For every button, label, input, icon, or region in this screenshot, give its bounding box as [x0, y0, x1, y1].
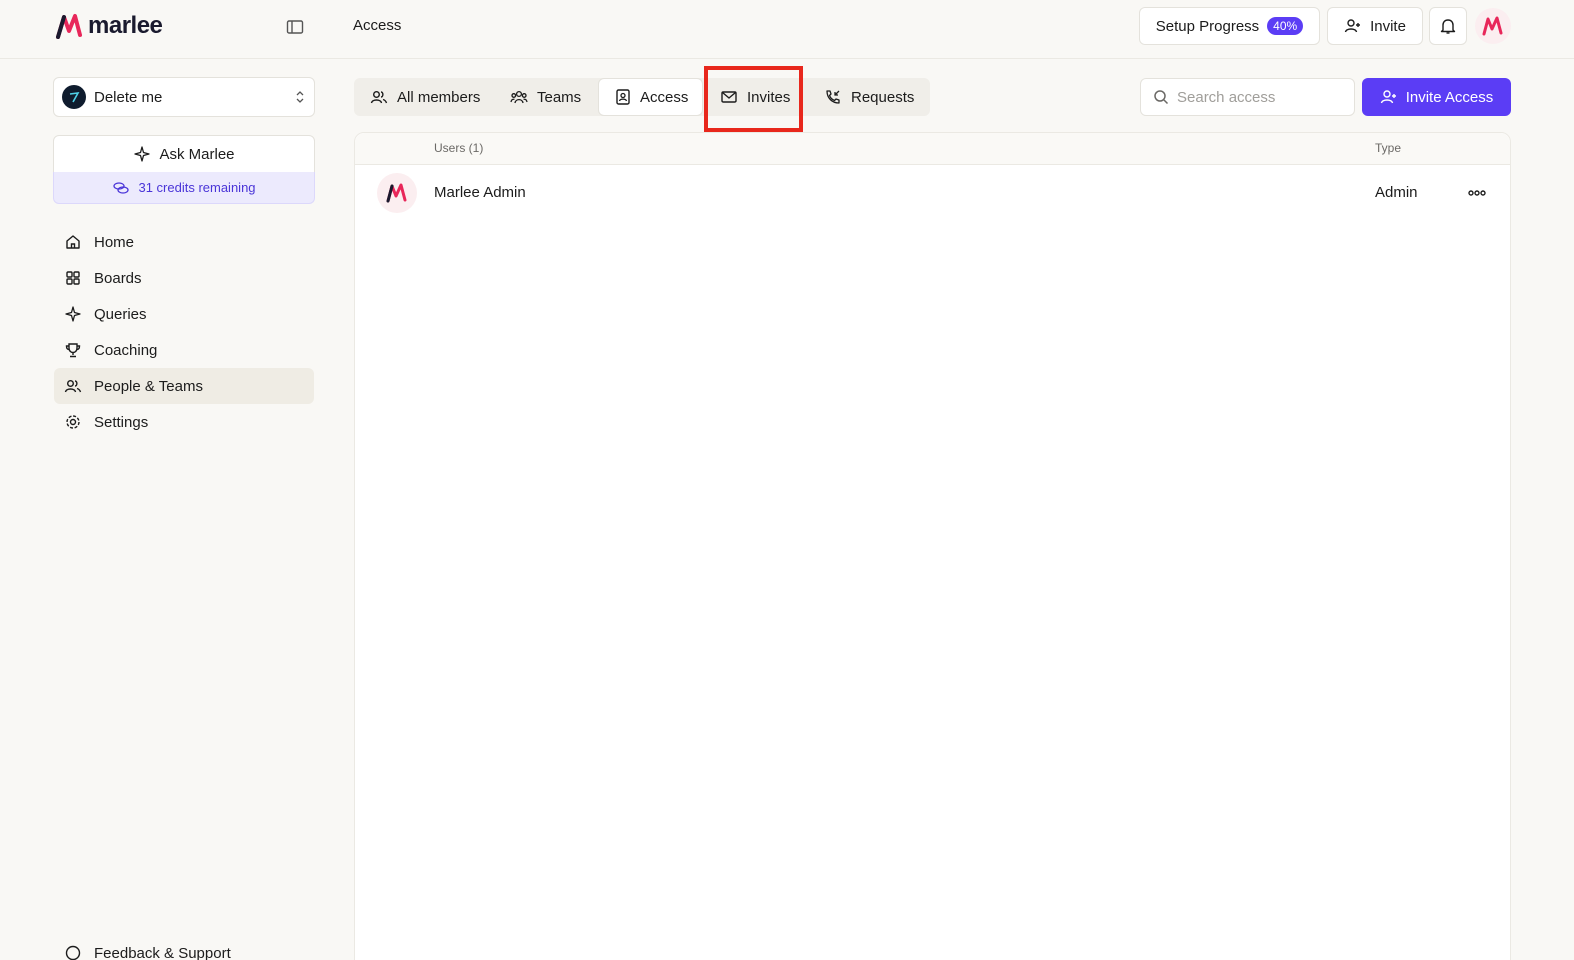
grid-icon [66, 271, 80, 285]
tab-label: Invites [747, 88, 791, 106]
sidebar-item-label: Home [94, 233, 135, 251]
tab-invites[interactable]: Invites [704, 78, 808, 116]
sidebar-item-label: Boards [94, 269, 142, 287]
help-icon [65, 945, 81, 960]
credits-text: 31 credits remaining [138, 180, 256, 195]
coins-icon [113, 181, 130, 194]
sidebar-item-coaching[interactable]: Coaching [54, 332, 314, 368]
setup-progress-button[interactable]: Setup Progress 40% [1139, 7, 1320, 45]
marlee-logo-icon [56, 14, 82, 39]
invite-label: Invite [1370, 17, 1406, 35]
sparkle-icon [134, 146, 151, 162]
people-icon [64, 380, 82, 393]
avatar [377, 173, 417, 213]
search-input[interactable] [1177, 88, 1347, 106]
workspace-name: Delete me [94, 88, 163, 106]
app-logo[interactable]: marlee [55, 12, 163, 40]
invite-access-button[interactable]: Invite Access [1362, 78, 1511, 116]
table-row[interactable]: Marlee Admin Admin [355, 166, 1510, 220]
top-bar: marlee Access Setup Progress 40% Invite [0, 0, 1574, 59]
trophy-icon [65, 343, 81, 358]
marlee-avatar-icon [1482, 16, 1503, 36]
sidebar-item-people-teams[interactable]: People & Teams [54, 368, 314, 404]
sidebar-item-boards[interactable]: Boards [54, 260, 314, 296]
tab-label: Teams [537, 88, 582, 106]
ask-marlee-button[interactable]: Ask Marlee [53, 135, 315, 173]
setup-progress-badge: 40% [1267, 17, 1304, 35]
sidebar-item-settings[interactable]: Settings [54, 404, 314, 440]
tab-label: Access [640, 88, 689, 106]
sidebar-item-label: Coaching [94, 341, 158, 359]
column-users: Users (1) [434, 141, 484, 155]
marlee-avatar-icon [386, 183, 407, 203]
column-type: Type [1375, 141, 1402, 155]
tab-teams[interactable]: Teams [494, 78, 596, 116]
sidebar-item-label: Queries [94, 305, 147, 323]
phone-incoming-icon [826, 90, 840, 104]
gear-icon [66, 415, 80, 429]
feedback-label: Feedback & Support [94, 944, 231, 960]
app-name: marlee [88, 12, 163, 39]
badge-icon [616, 89, 630, 105]
tab-bar: All members Teams Access Invites Request… [354, 78, 930, 116]
user-plus-icon [1380, 90, 1396, 104]
table-header: Users (1) Type [355, 133, 1510, 165]
search-icon [1154, 90, 1169, 105]
tab-label: All members [397, 88, 481, 106]
user-plus-icon [1344, 19, 1361, 33]
sidebar-nav: Home Boards Queries Coaching People & Te… [54, 224, 314, 440]
sparkle-icon [65, 306, 81, 322]
users-icon [370, 91, 388, 104]
sidebar-item-home[interactable]: Home [54, 224, 314, 260]
breadcrumb: Access [353, 17, 402, 34]
access-table: Users (1) Type Marlee Admin Admin [354, 132, 1511, 960]
feedback-support-link[interactable]: Feedback & Support [64, 944, 231, 960]
workspace-avatar [62, 85, 86, 109]
sidebar-item-label: People & Teams [94, 377, 203, 395]
sidebar-item-queries[interactable]: Queries [54, 296, 314, 332]
mail-icon [721, 91, 737, 103]
more-options-icon[interactable] [1467, 186, 1487, 200]
credits-banner: 31 credits remaining [53, 172, 315, 204]
team-icon [510, 90, 528, 104]
invite-access-label: Invite Access [1405, 88, 1494, 106]
tab-label: Requests [851, 88, 915, 106]
bell-icon [1440, 19, 1456, 34]
tab-access[interactable]: Access [598, 78, 703, 116]
user-avatar[interactable] [1475, 8, 1511, 44]
workspace-switcher[interactable]: Delete me [53, 77, 315, 117]
tab-requests[interactable]: Requests [808, 78, 930, 116]
search-box[interactable] [1140, 78, 1355, 116]
setup-progress-label: Setup Progress [1155, 17, 1260, 35]
invite-button[interactable]: Invite [1327, 7, 1423, 45]
home-icon [66, 235, 80, 249]
ask-marlee-label: Ask Marlee [159, 145, 235, 163]
sidebar-toggle-icon[interactable] [285, 17, 305, 37]
chevron-up-down-icon [296, 91, 304, 103]
user-name: Marlee Admin [434, 184, 526, 201]
notifications-button[interactable] [1429, 7, 1467, 45]
tab-all-members[interactable]: All members [354, 78, 498, 116]
user-type: Admin [1375, 184, 1418, 201]
sidebar-item-label: Settings [94, 413, 149, 431]
